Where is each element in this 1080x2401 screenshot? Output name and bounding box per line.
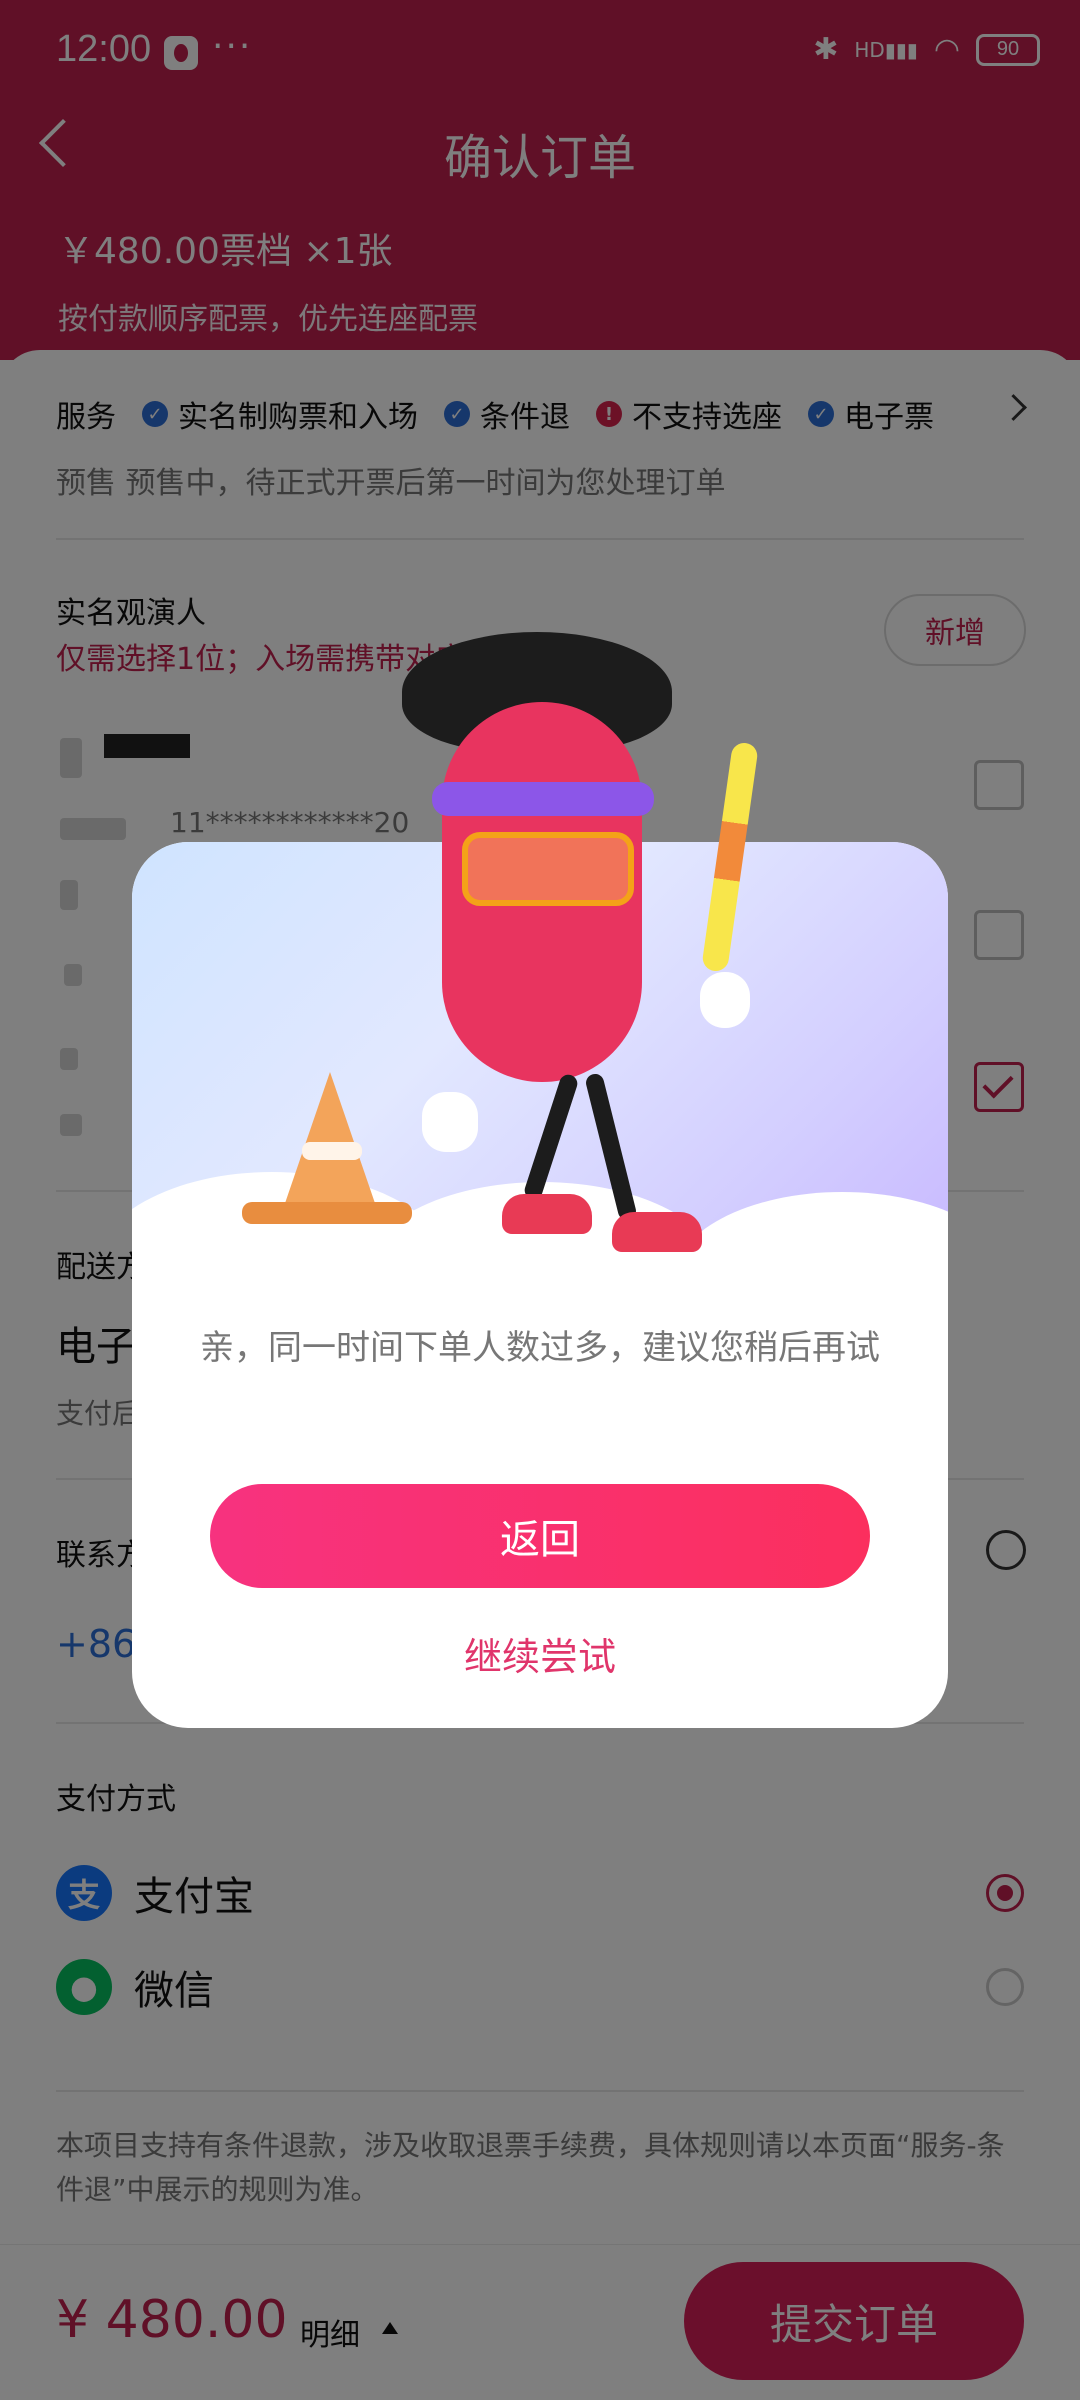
dialog-message: 亲，同一时间下单人数过多，建议您稍后再试 bbox=[200, 1328, 880, 1368]
mascot-shoe bbox=[502, 1194, 592, 1234]
mascot-character bbox=[132, 632, 948, 1292]
retry-button[interactable]: 继续尝试 bbox=[132, 1626, 948, 1681]
mascot-glasses bbox=[462, 832, 634, 906]
mascot-glove bbox=[700, 972, 750, 1028]
mascot-leg bbox=[522, 1072, 580, 1202]
mascot-leg bbox=[584, 1072, 638, 1222]
mascot-glove bbox=[422, 1092, 478, 1152]
mascot-shoe bbox=[612, 1212, 702, 1252]
return-button[interactable]: 返回 bbox=[210, 1484, 870, 1588]
mascot-headband bbox=[432, 782, 654, 816]
